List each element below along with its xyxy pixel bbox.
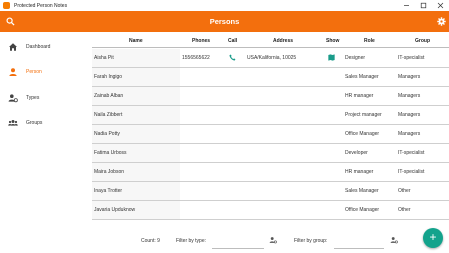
cell-group: IT-specialist	[398, 150, 425, 156]
sidebar-item-label: Dashboard	[26, 44, 51, 50]
persons-table: Name Phones Call Address Show Role Group…	[92, 32, 449, 230]
search-icon	[6, 17, 15, 26]
cell-phone: 1556565622	[182, 55, 210, 61]
column-header-call[interactable]: Call	[228, 38, 237, 44]
table-row[interactable]: Javaria Upduknow Office Manager Other	[92, 201, 449, 220]
cell-group: Other	[398, 188, 411, 194]
cell-address: USA/Kalifornia, 10025	[247, 55, 297, 61]
table-row[interactable]: Farah Ingigo Sales Manager Managers	[92, 68, 449, 87]
cell-name: Javaria Upduknow	[94, 207, 136, 213]
gear-icon	[437, 17, 446, 26]
add-person-button[interactable]: +	[423, 228, 443, 248]
window-controls	[398, 0, 449, 11]
plus-icon: +	[429, 230, 437, 244]
cell-name: Aisha Pit	[94, 55, 114, 61]
column-header-name[interactable]: Name	[129, 38, 143, 44]
count-label: Count: 9	[141, 238, 160, 244]
sidebar-item-dashboard[interactable]: Dashboard	[0, 38, 92, 56]
cell-role: Sales Manager	[345, 188, 379, 194]
cell-group: Other	[398, 207, 411, 213]
cell-role: HR manager	[345, 93, 374, 99]
sidebar-item-label: Person	[26, 69, 42, 75]
table-row[interactable]: Inaya Trotter Sales Manager Other	[92, 182, 449, 201]
footer-bar: Count: 9 Filter by type: Filter by group…	[92, 230, 449, 253]
cell-name: Farah Ingigo	[94, 74, 123, 80]
cell-role: HR manager	[345, 169, 374, 175]
sidebar-item-person[interactable]: Person	[0, 63, 92, 81]
cell-group: Managers	[398, 93, 421, 99]
map-icon[interactable]	[328, 54, 335, 61]
column-header-show[interactable]: Show	[326, 38, 339, 44]
window-title: Protected Person Notes	[14, 2, 68, 9]
cell-role: Office Manager	[345, 131, 380, 137]
table-row[interactable]: Fatima Urboss Developer IT-specialist	[92, 144, 449, 163]
person-icon	[9, 68, 17, 76]
search-button[interactable]	[0, 11, 21, 32]
app-bar: Persons	[0, 11, 449, 32]
filter-type-field[interactable]	[212, 248, 264, 249]
table-row[interactable]: Naila Zibbert Project manager Managers	[92, 106, 449, 125]
cell-name: Nadia Potty	[94, 131, 120, 137]
sidebar-item-label: Groups	[26, 120, 43, 126]
cell-group: Managers	[398, 112, 421, 118]
filter-group-button-icon[interactable]	[390, 236, 398, 244]
close-window-button[interactable]	[432, 0, 449, 11]
sidebar-item-groups[interactable]: Groups	[0, 114, 92, 132]
groups-icon	[8, 120, 18, 126]
column-header-role[interactable]: Role	[364, 38, 375, 44]
cell-group: IT-specialist	[398, 55, 425, 61]
cell-role: Designer	[345, 55, 366, 61]
filter-group-label: Filter by group:	[294, 238, 328, 244]
cell-name: Inaya Trotter	[94, 188, 123, 194]
cell-role: Developer	[345, 150, 368, 156]
cell-name: Fatima Urboss	[94, 150, 127, 156]
cell-name: Naila Zibbert	[94, 112, 123, 118]
window-titlebar: Protected Person Notes	[0, 0, 449, 11]
column-header-address[interactable]: Address	[273, 38, 293, 44]
cell-name: Maira Jobson	[94, 169, 125, 175]
filter-group-field[interactable]	[334, 248, 384, 249]
sidebar-item-label: Types	[26, 95, 40, 101]
cell-group: IT-specialist	[398, 169, 425, 175]
sidebar-item-types[interactable]: Types	[0, 89, 92, 107]
column-header-group[interactable]: Group	[415, 38, 430, 44]
table-row[interactable]: Aisha Pit 1556565622 USA/Kalifornia, 10025…	[92, 49, 449, 68]
cell-group: Managers	[398, 74, 421, 80]
cell-role: Office Manager	[345, 207, 380, 213]
minimize-button[interactable]	[398, 0, 415, 11]
settings-button[interactable]	[431, 11, 449, 32]
types-icon	[8, 94, 18, 103]
app-icon	[3, 2, 10, 9]
header-divider	[92, 47, 449, 48]
table-row[interactable]: Maira Jobson HR manager IT-specialist	[92, 163, 449, 182]
filter-type-button-icon[interactable]	[269, 236, 277, 244]
table-row[interactable]: Nadia Potty Office Manager Managers	[92, 125, 449, 144]
table-row[interactable]: Zainab Alban HR manager Managers	[92, 87, 449, 106]
cell-role: Sales Manager	[345, 74, 379, 80]
cell-group: Managers	[398, 131, 421, 137]
row-divider	[92, 219, 449, 220]
phone-icon[interactable]	[229, 54, 236, 61]
cell-name: Zainab Alban	[94, 93, 124, 99]
home-icon	[9, 43, 17, 51]
page-title: Persons	[209, 17, 240, 26]
cell-role: Project manager	[345, 112, 382, 118]
table-header: Name Phones Call Address Show Role Group	[92, 36, 449, 47]
column-header-phones[interactable]: Phones	[192, 38, 210, 44]
sidebar: Dashboard Person Types Groups	[0, 32, 92, 253]
maximize-button[interactable]	[415, 0, 432, 11]
filter-type-label: Filter by type:	[176, 238, 207, 244]
